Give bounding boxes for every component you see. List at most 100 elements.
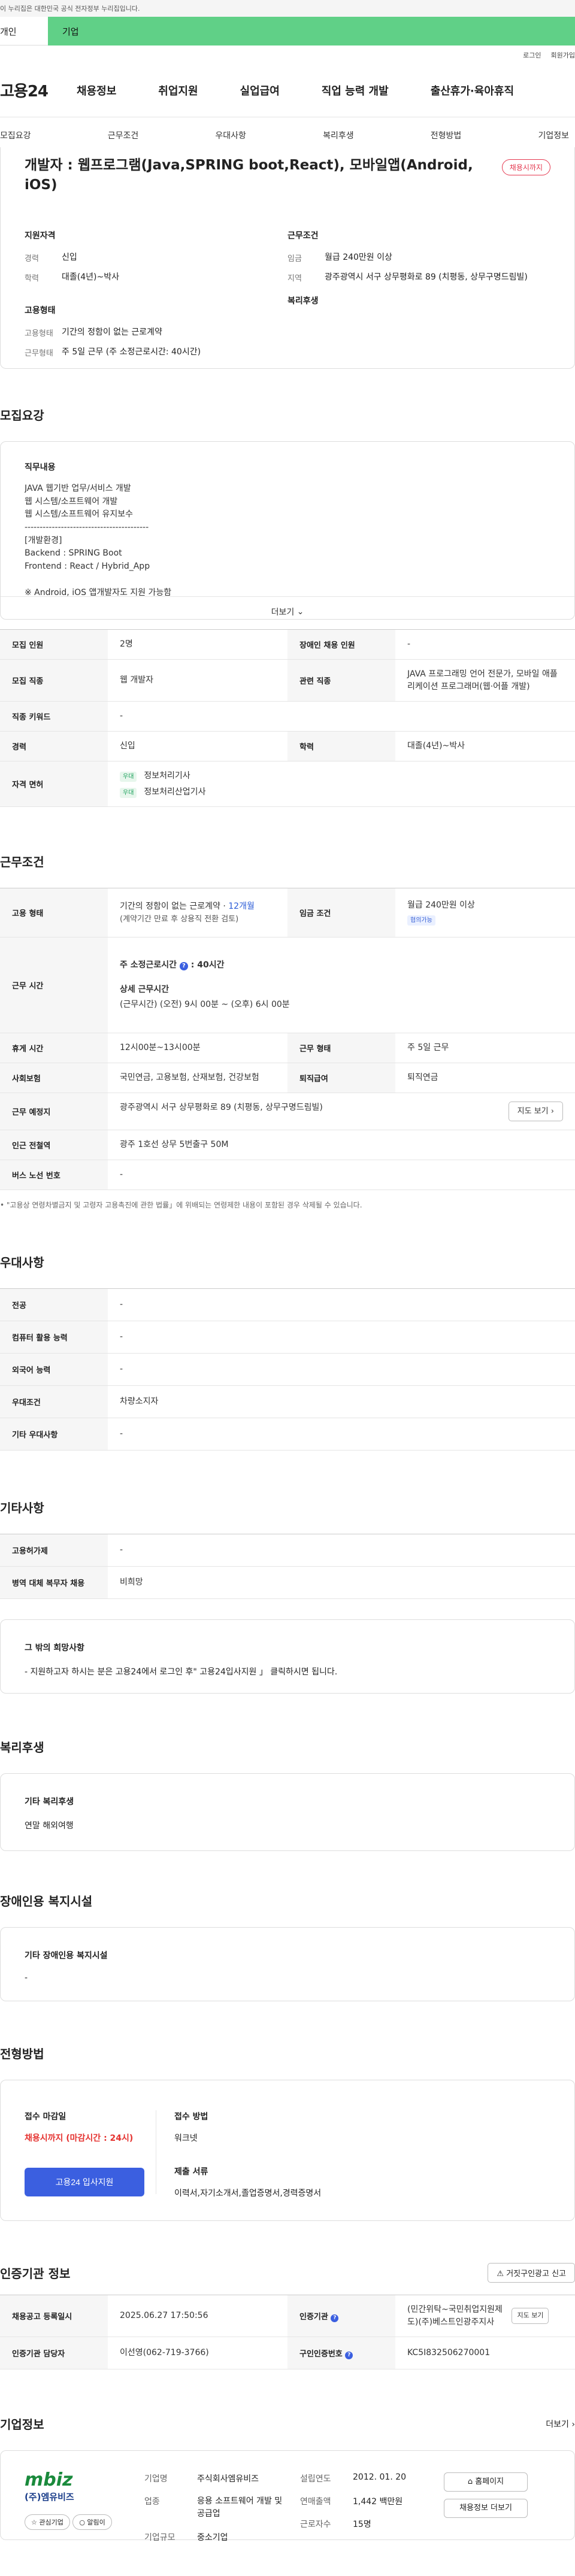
info-icon[interactable]: ? [331,2314,339,2322]
value: 국민연금, 고용보험, 산재보험, 건강보험 [108,1063,288,1093]
table-row: 병역 대체 복무자 채용 비희망 [0,1566,575,1599]
subnav-company[interactable]: 기업정보 [538,129,569,141]
logo-sub: (주)엠유비즈 [25,2492,74,2502]
tab-individual[interactable]: 개인 [0,17,48,45]
tab-company[interactable]: 기업 [48,17,575,45]
nav-employment-support[interactable]: 취업지원 [158,83,198,98]
welfare-title: 복리후생 [288,296,319,306]
alert-button[interactable]: ○ 알림이 [72,2514,112,2530]
table-row: 채용공고 등록일시 2025.06.27 17:50:56 인증기관 ? (민간위… [0,2295,575,2337]
cond-title: 근무조건 [288,230,319,241]
nav-training[interactable]: 직업 능력 개발 [322,83,389,98]
label: 고용허가제 [0,1534,108,1567]
label: 버스 노선 번호 [0,1160,108,1190]
report-button[interactable]: ⚠ 거짓구인광고 신고 [488,2263,575,2283]
company-actions: ☆ 관심기업 ○ 알림이 [25,2514,144,2530]
company-info-col-2: 설립연도 2012. 01. 20 연매출액 1,442 백만원 근로자수 15명 [300,2470,444,2529]
label: 경력 [0,731,108,761]
company-row: 연매출액 1,442 백만원 [300,2495,444,2507]
cert-name: 정보처리산업기사 [144,787,206,797]
value: 우대 정보처리기사 우대 정보처리산업기사 [108,761,575,807]
negotiable-tag: 협의가능 [407,915,435,926]
subnav-conditions[interactable]: 근무조건 [108,129,139,141]
favorite-label: 관심기업 [39,2519,63,2526]
nav-unemployment[interactable]: 실업급여 [240,83,280,98]
label: 인근 전철역 [0,1130,108,1160]
summary-grid: 지원자격 경력 신입 학력 대졸(4년)~박사 고용형태 고용형태 기간의 정함이 없… [25,229,550,367]
company-header: 기업정보 더보기 › [0,2415,575,2432]
label: 학력 [288,731,395,761]
company-logo-area: mbiz (주)엠유비즈 ☆ 관심기업 ○ 알림이 [25,2470,144,2530]
info-icon[interactable]: ? [179,962,188,970]
label: 전공 [0,1288,108,1321]
section-title-company: 기업정보 [0,2417,44,2432]
table-row: 근무 예정지 광주광역시 서구 상무평화로 89 (치평동, 상무구명드림빌) 지… [0,1093,575,1130]
more-button[interactable]: 더보기 ⌄ [1,596,574,626]
favorite-button[interactable]: ☆ 관심기업 [25,2514,70,2530]
company-info-col-1: 기업명 주식회사엠유비즈 업종 응용 소프트웨어 개발 및 공급업 기업규모 중소기업 [144,2470,300,2542]
summary-row: 근무형태 주 5일 근무 (주 소정근로시간: 40시간) [25,347,288,359]
nav-parental-leave[interactable]: 출산휴가·육아휴직 [431,83,514,98]
company-row: 설립연도 2012. 01. 20 [300,2472,444,2484]
summary-right: 근무조건 임금 월급 240만원 이상 지역 광주광역시 서구 상무평화로 89 (… [288,229,550,367]
table-row: 고용 형태 기간의 정함이 없는 근로계약 · 12개월 (계약기간 만료 후 상… [0,888,575,937]
method-col: 접수 방법 워크넷 제출 서류 이력서,자기소개서,졸업증명서,경력증명서 [174,2110,321,2198]
subnav-recruit[interactable]: 모집요강 [0,129,31,141]
apply-button[interactable]: 고용24 입사지원 [25,2168,144,2196]
other-wish-text: - 지원하고자 하시는 분은 고용24에서 로그인 후" 고용24입사지원 」 … [25,1667,338,1677]
no-label: 구인인증번호 [299,2349,343,2359]
value: JAVA 프로그래밍 언어 전문가, 모바일 애플리케이션 프로그래머(웹·어플… [395,659,575,702]
org-map-button[interactable]: 지도 보기 [512,2308,549,2324]
value: 광주광역시 서구 상무평화로 89 (치평동, 상무구명드림빌) [325,272,528,283]
company-more-link[interactable]: 더보기 › [546,2418,575,2430]
cert-item: 우대 정보처리기사 [120,770,563,782]
label: 사회보험 [0,1063,108,1093]
label: 직종 키워드 [0,701,108,732]
homepage-button[interactable]: ⌂ 홈페이지 [444,2472,528,2492]
deadline-col: 접수 마감일 채용시까지 (마감시간 : 24시) 고용24 입사지원 [25,2110,156,2196]
value: 중소기업 [197,2533,228,2542]
label: 지역 [288,274,302,284]
label: 기업명 [144,2474,168,2484]
map-button[interactable]: 지도 보기 › [508,1101,563,1122]
homepage-label: 홈페이지 [475,2477,504,2486]
job-summary-card: 개발자 : 웹프로그램(Java,SPRING boot,React), 모바일… [0,147,575,369]
site-logo[interactable]: 고용24 [0,79,49,101]
subnav-screening[interactable]: 전형방법 [431,129,462,141]
summary-row: 고용형태 기간의 정함이 없는 근로계약 [25,327,288,339]
signup-link[interactable]: 회원가입 [551,50,575,59]
subnav-welfare[interactable]: 복리후생 [323,129,354,141]
global-nav: 고용24 채용정보 취업지원 실업급여 직업 능력 개발 출산휴가·육아휴직 [0,63,575,117]
value: 웹 개발자 [108,659,288,702]
value: 비희망 [108,1566,575,1599]
pref-table: 전공 - 컴퓨터 활용 능력 - 외국어 능력 - 우대조건 차량소지자 기타 우대사항… [0,1288,575,1451]
value: 월급 240만원 이상 협의가능 [395,888,575,937]
job-list-button[interactable]: 채용정보 더보기 [444,2499,528,2518]
value: - [108,1288,575,1321]
nav-jobs[interactable]: 채용정보 [77,83,116,98]
table-row: 모집 직종 웹 개발자 관련 직종 JAVA 프로그래밍 언어 전문가, 모바일 애… [0,659,575,702]
value: KC5I832506270001 [395,2337,575,2369]
summary-row: 지역 광주광역시 서구 상무평화로 89 (치평동, 상무구명드림빌) [288,272,550,284]
org-value: (민간위탁~국민취업지원제도)(주)베스트인광주지사 [407,2304,503,2327]
emp-note: (계약기간 만료 후 상용직 전환 검토) [120,914,239,924]
welfare-text: 연말 해외여행 [25,1821,74,1831]
cert-table: 채용공고 등록일시 2025.06.27 17:50:56 인증기관 ? (민간위… [0,2295,575,2369]
summary-row: 학력 대졸(4년)~박사 [25,272,288,284]
subnav-preference[interactable]: 우대사항 [215,129,246,141]
login-link[interactable]: 로그인 [523,50,541,59]
probation: 12개월 [228,901,255,911]
value: - [108,1534,575,1567]
chevron-down-icon: ⌄ [296,606,304,617]
screening-card: 접수 마감일 채용시까지 (마감시간 : 24시) 고용24 입사지원 접수 방… [0,2080,575,2221]
label: 학력 [25,274,39,284]
gov-notice-text: 이 누리집은 대한민국 공식 전자정부 누리집입니다. [0,5,140,13]
label: 인증기관 ? [288,2295,395,2337]
label: 구인인증번호 ? [288,2337,395,2369]
label: 기업규모 [144,2533,175,2542]
table-row: 직종 키워드 - [0,701,575,732]
chevron-right-icon: › [550,1106,554,1116]
type-title: 고용형태 [25,305,56,315]
value: - [108,701,575,732]
info-icon[interactable]: ? [345,2351,353,2359]
